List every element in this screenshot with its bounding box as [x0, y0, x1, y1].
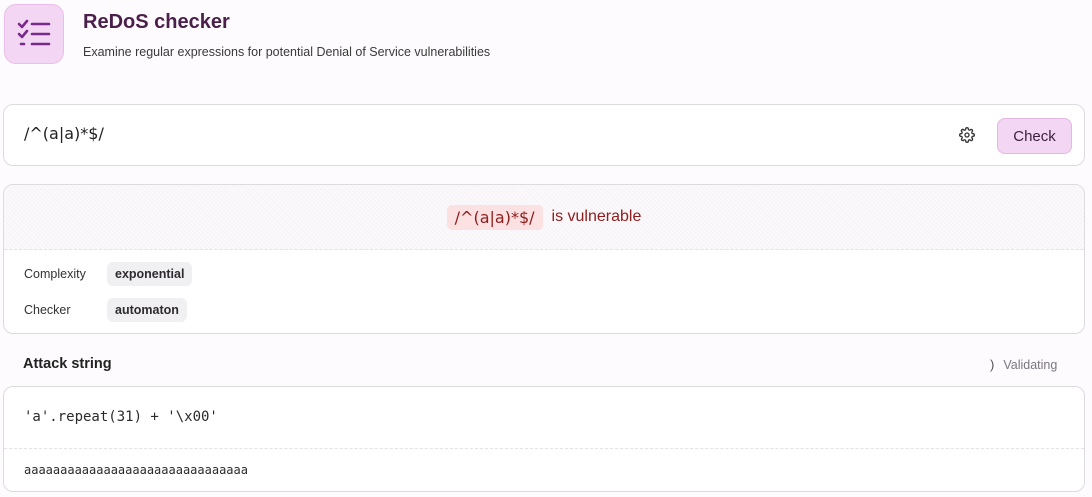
- app-header: ReDoS checker Examine regular expression…: [4, 4, 490, 64]
- complexity-row: Complexity exponential: [24, 262, 193, 286]
- attack-string-sample: aaaaaaaaaaaaaaaaaaaaaaaaaaaaaaa: [24, 463, 248, 477]
- complexity-label: Complexity: [24, 267, 86, 281]
- checker-value: automaton: [107, 298, 187, 322]
- validating-label: Validating: [1003, 357, 1058, 372]
- regex-input[interactable]: [24, 124, 924, 143]
- checklist-icon: [4, 4, 64, 64]
- vulnerability-status: is vulnerable: [551, 208, 642, 225]
- result-card: /^(a|a)*$/ is vulnerable Complexity expo…: [3, 184, 1085, 334]
- checker-row: Checker automaton: [24, 298, 187, 322]
- complexity-value: exponential: [107, 262, 193, 286]
- gear-icon[interactable]: [959, 127, 975, 143]
- attack-string-code: 'a'.repeat(31) + '\x00': [4, 387, 1084, 449]
- page-title: ReDoS checker: [83, 11, 230, 33]
- attack-string-heading: Attack string: [23, 356, 112, 372]
- validating-status: ) Validating: [990, 357, 1057, 372]
- spinner-icon: ): [990, 357, 995, 372]
- regex-input-card: Check: [3, 104, 1085, 166]
- vulnerable-regex-badge: /^(a|a)*$/: [446, 204, 543, 230]
- result-summary: /^(a|a)*$/ is vulnerable: [4, 185, 1084, 250]
- check-button[interactable]: Check: [997, 118, 1072, 154]
- page-subtitle: Examine regular expressions for potentia…: [83, 45, 491, 59]
- checker-label: Checker: [24, 303, 71, 317]
- attack-string-card: 'a'.repeat(31) + '\x00' aaaaaaaaaaaaaaaa…: [3, 386, 1085, 492]
